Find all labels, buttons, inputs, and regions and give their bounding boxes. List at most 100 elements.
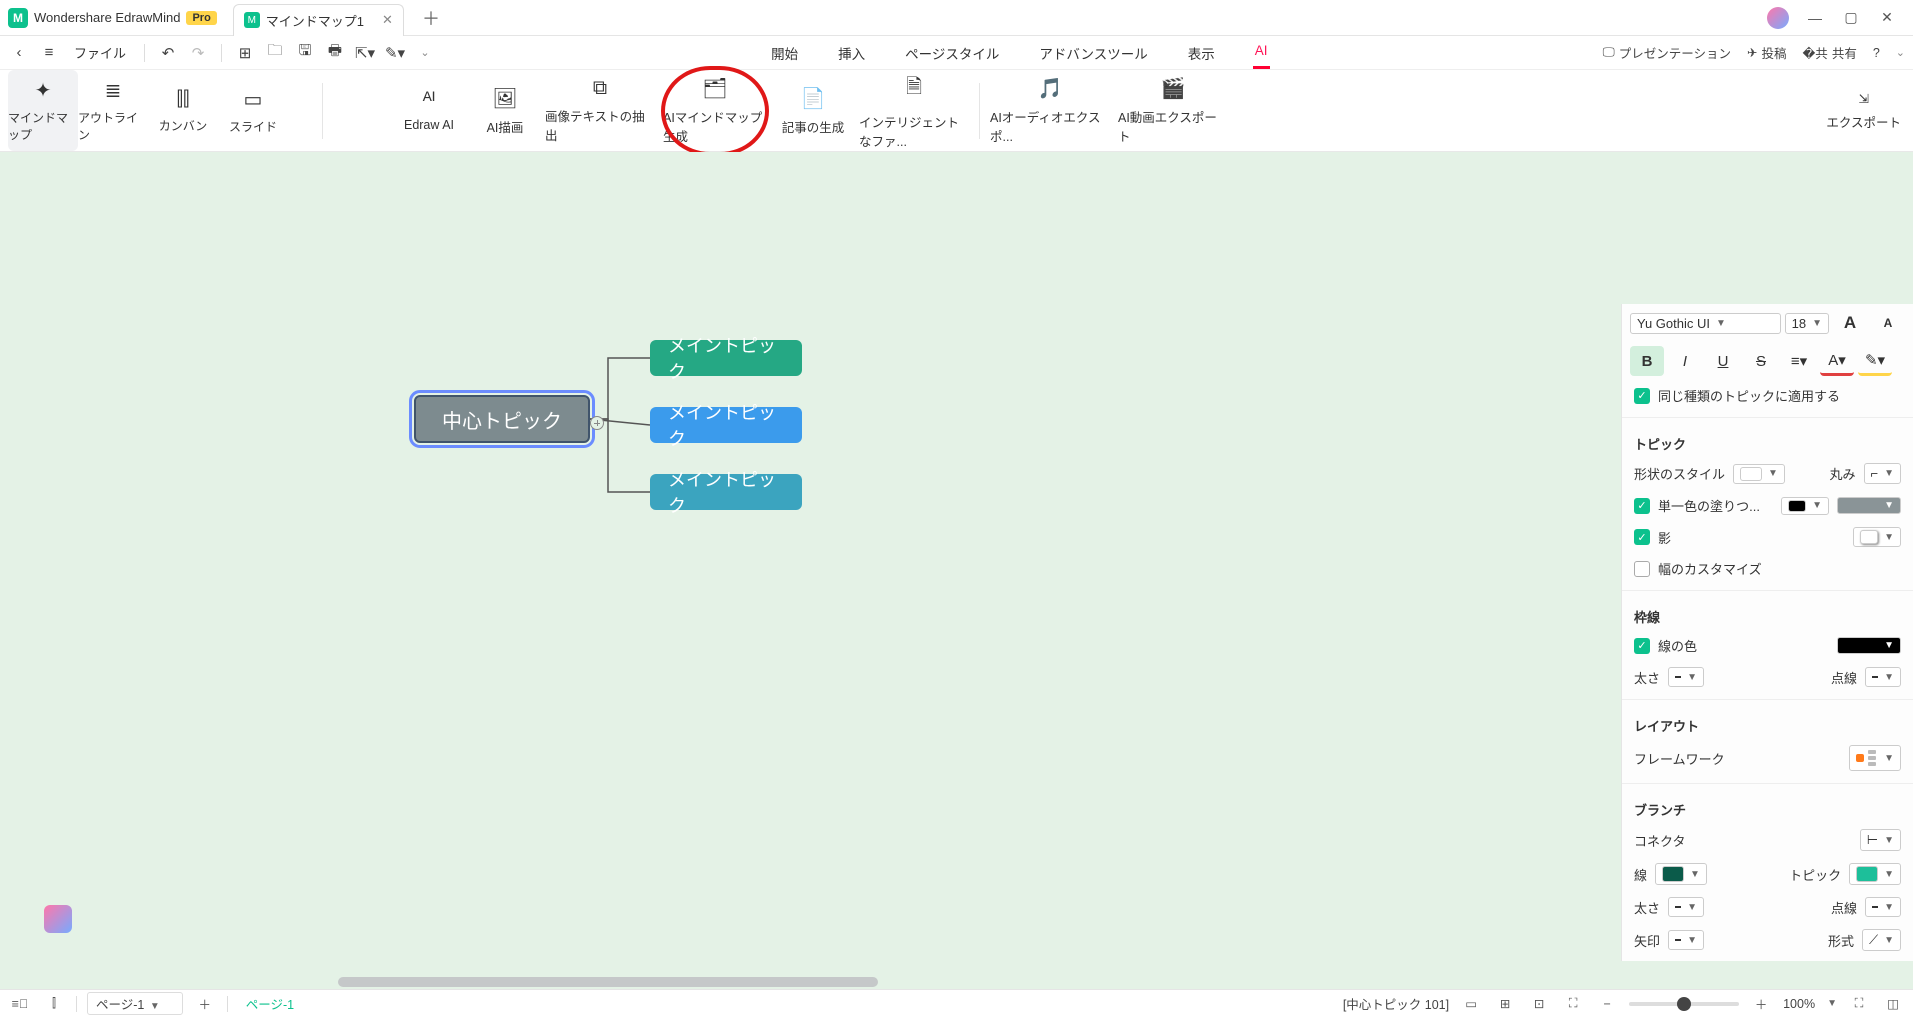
ai-video-button[interactable]: 🎬AI動画エクスポート: [1118, 72, 1228, 149]
export-quick-icon[interactable]: ⇱▾: [354, 42, 376, 64]
branch-topic-color[interactable]: ▼: [1849, 863, 1901, 885]
thickness-select[interactable]: ▼: [1668, 667, 1704, 687]
document-tab[interactable]: M マインドマップ1 ✕: [233, 4, 404, 36]
close-tab-icon[interactable]: ✕: [382, 12, 393, 28]
edraw-ai-button[interactable]: ᴬᴵEdraw AI: [393, 68, 465, 154]
strike-button[interactable]: S: [1744, 346, 1778, 376]
fit-icon[interactable]: ⛶: [1561, 993, 1585, 1015]
zoom-slider[interactable]: [1629, 1002, 1739, 1006]
view-kanban[interactable]: ⫿⫿カンバン: [148, 70, 218, 151]
shape-style-select[interactable]: ▼: [1733, 464, 1785, 484]
menu-insert[interactable]: 挿入: [836, 37, 867, 69]
view-mode-1-icon[interactable]: ▭: [1459, 993, 1483, 1015]
page-select[interactable]: ページ-1 ▼: [87, 992, 183, 1015]
font-family-select[interactable]: Yu Gothic UI▼: [1630, 313, 1781, 334]
print-icon[interactable]: 🖶: [324, 42, 346, 64]
zoom-value[interactable]: 100%: [1783, 997, 1815, 1011]
font-color-button[interactable]: A▾: [1820, 346, 1854, 376]
highlight-button[interactable]: ✎▾: [1858, 346, 1892, 376]
user-avatar[interactable]: [1767, 7, 1789, 29]
menu-ai[interactable]: AI: [1253, 37, 1270, 69]
branch-line-color[interactable]: ▼: [1655, 863, 1707, 885]
ai-mindmap-gen-button[interactable]: 🗂AIマインドマップ生成: [663, 68, 767, 154]
solid-fill-checkbox[interactable]: ✓: [1634, 498, 1650, 514]
open-icon[interactable]: 🗀: [264, 42, 286, 64]
main-topic-node-3[interactable]: メイントピック: [650, 474, 802, 510]
save-icon[interactable]: 🖫: [294, 42, 316, 64]
menu-advanced[interactable]: アドバンスツール: [1037, 37, 1149, 69]
share-button[interactable]: �共共有: [1802, 43, 1856, 62]
main-topic-node-2[interactable]: メイントピック: [650, 407, 802, 443]
canvas[interactable]: 中心トピック メイントピック メイントピック メイントピック: [0, 152, 1621, 989]
underline-button[interactable]: U: [1706, 346, 1740, 376]
page-tab[interactable]: ページ-1: [238, 994, 302, 1013]
align-button[interactable]: ≡▾: [1782, 346, 1816, 376]
menu-start[interactable]: 開始: [769, 37, 800, 69]
dash-select[interactable]: ▼: [1865, 667, 1901, 687]
file-menu[interactable]: ファイル: [74, 43, 126, 62]
ai-draw-button[interactable]: 🖼AI描画: [473, 68, 537, 154]
line-color-select[interactable]: ▼: [1837, 637, 1901, 654]
back-icon[interactable]: ‹: [8, 42, 30, 64]
line-color-checkbox[interactable]: ✓: [1634, 638, 1650, 654]
framework-select[interactable]: ▼: [1849, 745, 1901, 771]
view-mode-2-icon[interactable]: ⊞: [1493, 993, 1517, 1015]
img-text-button[interactable]: ⧉画像テキストの抽出: [545, 68, 655, 154]
zoom-out-icon[interactable]: −: [1595, 993, 1619, 1015]
add-tab-button[interactable]: ＋: [422, 5, 440, 31]
rounding-select[interactable]: ⌐▼: [1864, 463, 1902, 484]
help-icon[interactable]: ?: [1873, 46, 1880, 60]
outline-toggle-icon[interactable]: ≡⃝: [8, 993, 32, 1015]
view-slide[interactable]: ▭スライド: [218, 70, 288, 151]
apply-same-checkbox[interactable]: ✓: [1634, 388, 1650, 404]
article-gen-button[interactable]: 📄記事の生成: [775, 68, 851, 154]
italic-button[interactable]: I: [1668, 346, 1702, 376]
intelligent-button[interactable]: 🗎インテリジェントなファ...: [859, 68, 969, 154]
format-panel: Yu Gothic UI▼ 18▼ A A B I U S ≡▾ A▾ ✎▾ ✓…: [1621, 304, 1913, 961]
branch-dash-select[interactable]: ▼: [1865, 897, 1901, 917]
main-topic-node-1[interactable]: メイントピック: [650, 340, 802, 376]
undo-icon[interactable]: ↶: [157, 42, 179, 64]
menu-pagestyle[interactable]: ページスタイル: [903, 37, 1001, 69]
shadow-select[interactable]: ▼: [1853, 527, 1901, 547]
export-button[interactable]: ⇲エクスポート: [1826, 91, 1901, 131]
view-outline[interactable]: ≣アウトライン: [78, 70, 148, 151]
presentation-button[interactable]: 🖵プレゼンテーション: [1603, 43, 1731, 62]
bold-button[interactable]: B: [1630, 346, 1664, 376]
chevron-down-icon[interactable]: ⌄: [1896, 46, 1905, 59]
arrow-select[interactable]: ▼: [1668, 930, 1704, 950]
redo-icon[interactable]: ↷: [187, 42, 209, 64]
branch-thick-select[interactable]: ▼: [1668, 897, 1704, 917]
expand-port-icon[interactable]: [590, 416, 604, 430]
toggle-panel-icon[interactable]: ◫: [1881, 993, 1905, 1015]
maximize-icon[interactable]: ▢: [1833, 9, 1869, 26]
font-size-select[interactable]: 18▼: [1785, 313, 1829, 334]
post-button[interactable]: ✈投稿: [1747, 43, 1787, 62]
menu-view[interactable]: 表示: [1186, 37, 1217, 69]
fullscreen-icon[interactable]: ⛶: [1847, 993, 1871, 1015]
view-mode-3-icon[interactable]: ⊡: [1527, 993, 1551, 1015]
shadow-checkbox[interactable]: ✓: [1634, 529, 1650, 545]
add-page-button[interactable]: ＋: [193, 993, 217, 1015]
minimize-icon[interactable]: —: [1797, 10, 1833, 26]
format-select[interactable]: ⟋▼: [1862, 929, 1901, 951]
zoom-in-icon[interactable]: ＋: [1749, 993, 1773, 1015]
ai-audio-button[interactable]: 🎵AIオーディオエクスポ...: [990, 72, 1110, 149]
panel-toggle-icon[interactable]: ⫿: [42, 993, 66, 1015]
increase-font-icon[interactable]: A: [1833, 308, 1867, 338]
fill-type-select[interactable]: ▼: [1781, 497, 1829, 515]
zoom-knob[interactable]: [1677, 997, 1691, 1011]
new-icon[interactable]: ⊞: [234, 42, 256, 64]
width-custom-checkbox[interactable]: [1634, 561, 1650, 577]
connector-select[interactable]: ⊢▼: [1860, 829, 1901, 851]
menu-icon[interactable]: ≡: [38, 42, 60, 64]
assistant-icon[interactable]: [44, 905, 72, 933]
close-window-icon[interactable]: ✕: [1869, 9, 1905, 26]
more-icon[interactable]: ⌄: [414, 42, 436, 64]
decrease-font-icon[interactable]: A: [1871, 308, 1905, 338]
view-mindmap[interactable]: ✦マインドマップ: [8, 70, 78, 151]
edit-icon[interactable]: ✎▾: [384, 42, 406, 64]
center-topic-node[interactable]: 中心トピック: [414, 395, 590, 443]
fill-color-select[interactable]: ▼: [1837, 497, 1901, 514]
horizontal-scrollbar[interactable]: [338, 977, 878, 987]
